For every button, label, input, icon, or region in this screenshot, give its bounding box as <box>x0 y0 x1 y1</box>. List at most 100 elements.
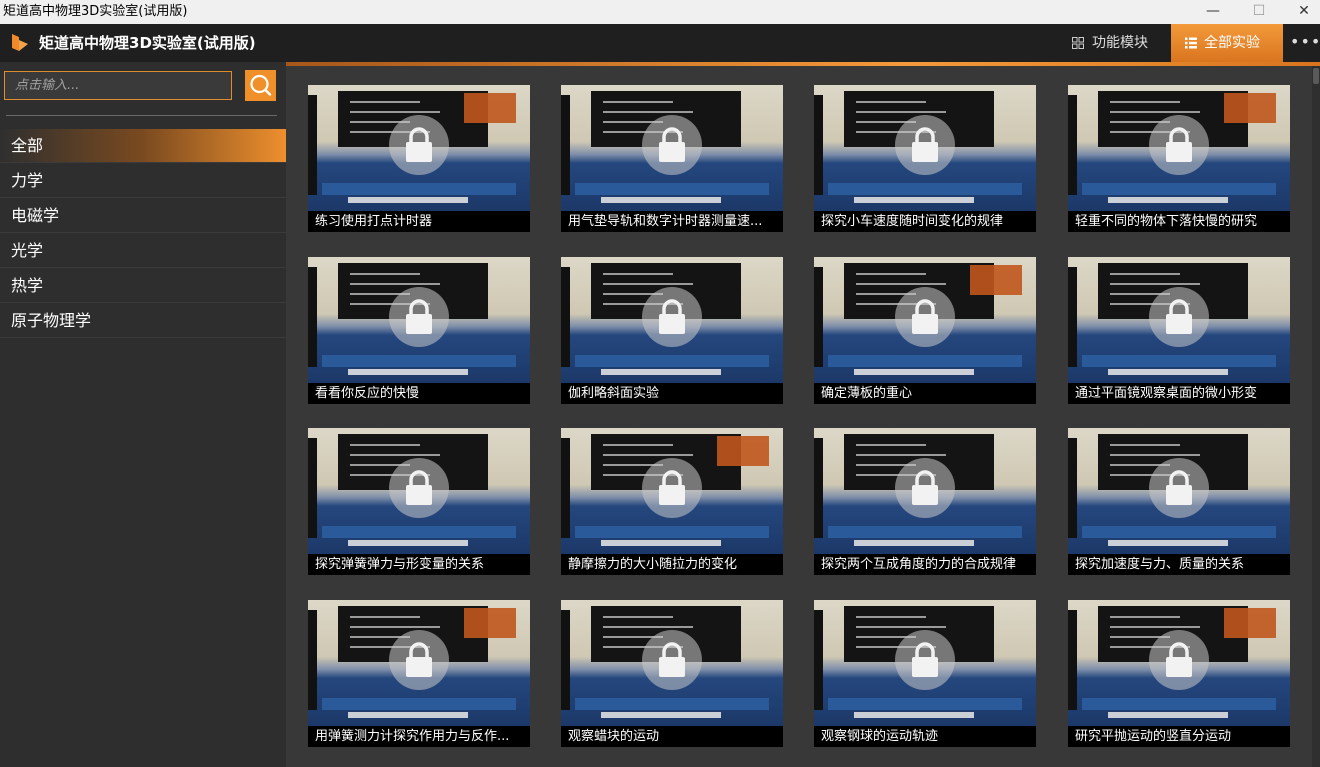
experiment-title: 探究小车速度随时间变化的规律 <box>814 211 1036 232</box>
experiment-card[interactable]: 确定薄板的重心 <box>814 257 1036 404</box>
more-menu-button[interactable]: ••• <box>1290 24 1320 62</box>
experiment-card[interactable]: 探究两个互成角度的力的合成规律 <box>814 428 1036 575</box>
list-icon <box>1185 37 1197 49</box>
experiment-card[interactable]: 看看你反应的快慢 <box>308 257 530 404</box>
experiment-title: 静摩擦力的大小随拉力的变化 <box>561 554 783 575</box>
brand-logo-icon <box>12 34 28 51</box>
lab-desk <box>575 355 769 367</box>
minimize-button[interactable]: — <box>1190 0 1236 24</box>
scrollbar-thumb[interactable] <box>1313 68 1319 84</box>
category-thermodynamics[interactable]: 热学 <box>0 269 286 303</box>
lab-desk <box>1082 698 1276 710</box>
lock-icon <box>659 470 685 505</box>
experiment-card[interactable]: 静摩擦力的大小随拉力的变化 <box>561 428 783 575</box>
window-title: 矩道高中物理3D实验室(试用版) <box>3 4 188 19</box>
category-all[interactable]: 全部 <box>0 129 286 163</box>
category-label: 光学 <box>11 241 44 260</box>
experiment-card[interactable]: 轻重不同的物体下落快慢的研究 <box>1068 85 1290 232</box>
category-atomic-physics[interactable]: 原子物理学 <box>0 304 286 338</box>
locked-overlay <box>642 630 702 690</box>
instruction-bar <box>348 540 468 546</box>
experiment-title: 观察蜡块的运动 <box>561 726 783 747</box>
experiment-thumbnail <box>1068 85 1290 211</box>
nav-function-modules[interactable]: 功能模块 <box>1072 24 1168 62</box>
experiment-card[interactable]: 练习使用打点计时器 <box>308 85 530 232</box>
lab-desk <box>575 698 769 710</box>
experiment-thumbnail <box>1068 600 1290 726</box>
data-panel <box>717 436 769 466</box>
search-button[interactable] <box>245 70 276 101</box>
experiment-thumbnail <box>308 257 530 383</box>
scene-toolbar <box>814 267 823 367</box>
lab-desk <box>322 355 516 367</box>
experiment-card[interactable]: 观察蜡块的运动 <box>561 600 783 747</box>
experiment-grid: 练习使用打点计时器 用气垫导轨和数字计时器测量速... 探究小车速度随时间变化的规律… <box>286 62 1320 767</box>
category-label: 热学 <box>11 276 44 295</box>
instruction-bar <box>1108 369 1228 375</box>
experiment-card[interactable]: 探究加速度与力、质量的关系 <box>1068 428 1290 575</box>
nav-all-experiments[interactable]: 全部实验 <box>1171 24 1283 62</box>
experiment-card[interactable]: 观察钢球的运动轨迹 <box>814 600 1036 747</box>
experiment-card[interactable]: 探究弹簧弹力与形变量的关系 <box>308 428 530 575</box>
scene-toolbar <box>561 267 570 367</box>
data-panel <box>464 608 516 638</box>
search-box <box>4 71 232 100</box>
experiment-card[interactable]: 伽利略斜面实验 <box>561 257 783 404</box>
locked-overlay <box>895 115 955 175</box>
nav-all-experiments-label: 全部实验 <box>1204 35 1260 51</box>
experiment-thumbnail <box>308 85 530 211</box>
scene-toolbar <box>1068 95 1077 195</box>
scene-toolbar <box>308 438 317 538</box>
scene-toolbar <box>308 267 317 367</box>
search-input[interactable] <box>5 72 231 99</box>
experiment-thumbnail <box>561 85 783 211</box>
category-electromagnetism[interactable]: 电磁学 <box>0 199 286 233</box>
experiment-title: 观察钢球的运动轨迹 <box>814 726 1036 747</box>
locked-overlay <box>1149 287 1209 347</box>
sidebar: 全部 力学 电磁学 光学 热学 原子物理学 <box>0 62 286 767</box>
experiment-card[interactable]: 用弹簧测力计探究作用力与反作... <box>308 600 530 747</box>
locked-overlay <box>389 287 449 347</box>
instruction-bar <box>348 197 468 203</box>
lock-icon <box>912 127 938 162</box>
experiment-title: 伽利略斜面实验 <box>561 383 783 404</box>
data-panel <box>1224 608 1276 638</box>
lab-desk <box>575 526 769 538</box>
category-optics[interactable]: 光学 <box>0 234 286 268</box>
instruction-bar <box>601 197 721 203</box>
lock-icon <box>406 642 432 677</box>
category-mechanics[interactable]: 力学 <box>0 164 286 198</box>
experiment-title: 用弹簧测力计探究作用力与反作... <box>308 726 530 747</box>
instruction-bar <box>348 369 468 375</box>
close-button[interactable]: ✕ <box>1281 0 1320 24</box>
experiment-title: 用气垫导轨和数字计时器测量速... <box>561 211 783 232</box>
experiment-thumbnail <box>814 85 1036 211</box>
locked-overlay <box>895 630 955 690</box>
lock-icon <box>1166 299 1192 334</box>
experiment-card[interactable]: 通过平面镜观察桌面的微小形变 <box>1068 257 1290 404</box>
data-panel <box>1224 93 1276 123</box>
scene-toolbar <box>308 95 317 195</box>
experiment-title: 轻重不同的物体下落快慢的研究 <box>1068 211 1290 232</box>
maximize-button[interactable]: ☐ <box>1236 0 1282 24</box>
nav-function-modules-label: 功能模块 <box>1092 35 1148 51</box>
experiment-thumbnail <box>308 428 530 554</box>
experiment-card[interactable]: 用气垫导轨和数字计时器测量速... <box>561 85 783 232</box>
experiment-thumbnail <box>1068 257 1290 383</box>
instruction-bar <box>601 369 721 375</box>
experiment-title: 探究两个互成角度的力的合成规律 <box>814 554 1036 575</box>
locked-overlay <box>389 630 449 690</box>
search-icon <box>250 74 272 96</box>
scene-toolbar <box>814 95 823 195</box>
lab-desk <box>1082 526 1276 538</box>
scrollbar[interactable] <box>1312 66 1320 767</box>
lab-desk <box>322 526 516 538</box>
experiment-card[interactable]: 探究小车速度随时间变化的规律 <box>814 85 1036 232</box>
scene-toolbar <box>561 610 570 710</box>
data-panel <box>464 93 516 123</box>
lock-icon <box>1166 127 1192 162</box>
locked-overlay <box>642 287 702 347</box>
experiment-card[interactable]: 研究平抛运动的竖直分运动 <box>1068 600 1290 747</box>
experiment-thumbnail <box>561 600 783 726</box>
scene-toolbar <box>814 610 823 710</box>
